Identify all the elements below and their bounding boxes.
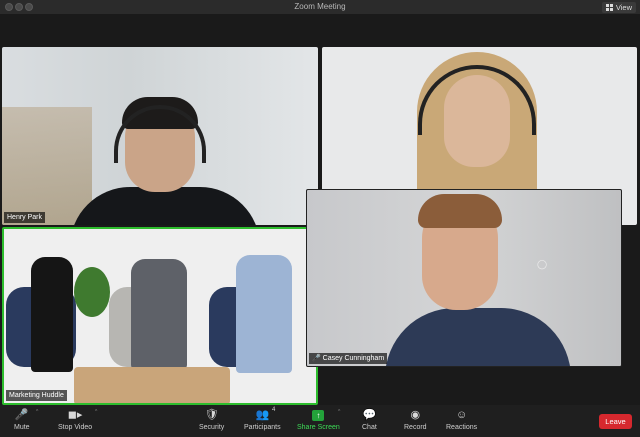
share-arrow-icon: ↑ <box>312 410 325 421</box>
participants-count-badge: 4 <box>272 407 276 413</box>
leave-button[interactable]: Leave <box>599 414 632 429</box>
plant <box>74 267 110 317</box>
mic-icon: 🎤 <box>14 409 29 421</box>
background-shelf <box>2 107 92 225</box>
chat-icon: 💬 <box>362 409 377 421</box>
participant-person <box>131 259 187 369</box>
participant-name-text: Casey Cunningham <box>322 355 385 362</box>
title-bar: Zoom Meeting View <box>0 0 640 14</box>
stop-video-button[interactable]: ◼▸ Stop Video <box>58 408 92 431</box>
security-label: Security <box>199 424 225 431</box>
share-screen-button[interactable]: ↑ Share Screen <box>297 408 340 431</box>
camera-icon: ◼▸ <box>67 409 83 421</box>
participant-person <box>236 255 292 373</box>
participants-label: Participants <box>244 424 281 431</box>
participant-name-label: Marketing Huddle <box>6 390 67 401</box>
share-screen-label: Share Screen <box>297 424 340 431</box>
stop-video-label: Stop Video <box>58 424 93 431</box>
record-button[interactable]: ◉ Record <box>404 408 427 431</box>
meeting-toolbar: 🎤 Mute ˆ ◼▸ Stop Video ˆ 🛡 Security 👥 Pa… <box>0 405 640 437</box>
share-options-caret[interactable]: ˆ <box>338 410 340 417</box>
participant-hair <box>418 194 502 228</box>
window-title: Zoom Meeting <box>294 2 346 11</box>
reaction-icon: ☺ <box>455 409 468 421</box>
shield-icon: 🛡 <box>204 409 219 421</box>
chat-label: Chat <box>362 424 377 431</box>
view-label: View <box>615 3 632 12</box>
muted-mic-icon: 🎤 <box>312 355 321 362</box>
zoom-window: Zoom Meeting View Henry Park Marketing H… <box>0 0 640 437</box>
participant-body <box>385 308 571 366</box>
chat-button[interactable]: 💬 Chat <box>362 408 377 431</box>
mute-label: Mute <box>14 424 30 431</box>
security-button[interactable]: 🛡 Security <box>199 408 224 431</box>
coffee-table <box>74 367 230 403</box>
record-label: Record <box>404 424 427 431</box>
record-icon: ◉ <box>410 409 421 421</box>
people-icon: 👥 <box>255 409 270 421</box>
grid-icon <box>605 4 613 11</box>
view-button[interactable]: View <box>601 2 636 13</box>
video-tile-casey[interactable]: 🎤 Casey Cunningham <box>306 189 622 367</box>
participant-body <box>70 187 260 225</box>
mouse-cursor-icon: ◯ <box>537 259 548 269</box>
video-options-caret[interactable]: ˆ <box>95 410 97 417</box>
mute-button[interactable]: 🎤 Mute <box>14 408 30 431</box>
participant-person <box>31 257 73 372</box>
reactions-button[interactable]: ☺ Reactions <box>446 408 477 431</box>
video-tile-henry[interactable]: Henry Park <box>2 47 318 225</box>
video-tile-marketing-huddle[interactable]: Marketing Huddle <box>2 227 318 405</box>
participant-name-label: 🎤 Casey Cunningham <box>309 353 388 364</box>
audio-options-caret[interactable]: ˆ <box>36 410 38 417</box>
reactions-label: Reactions <box>446 424 478 431</box>
participant-name-label: Henry Park <box>4 212 46 223</box>
